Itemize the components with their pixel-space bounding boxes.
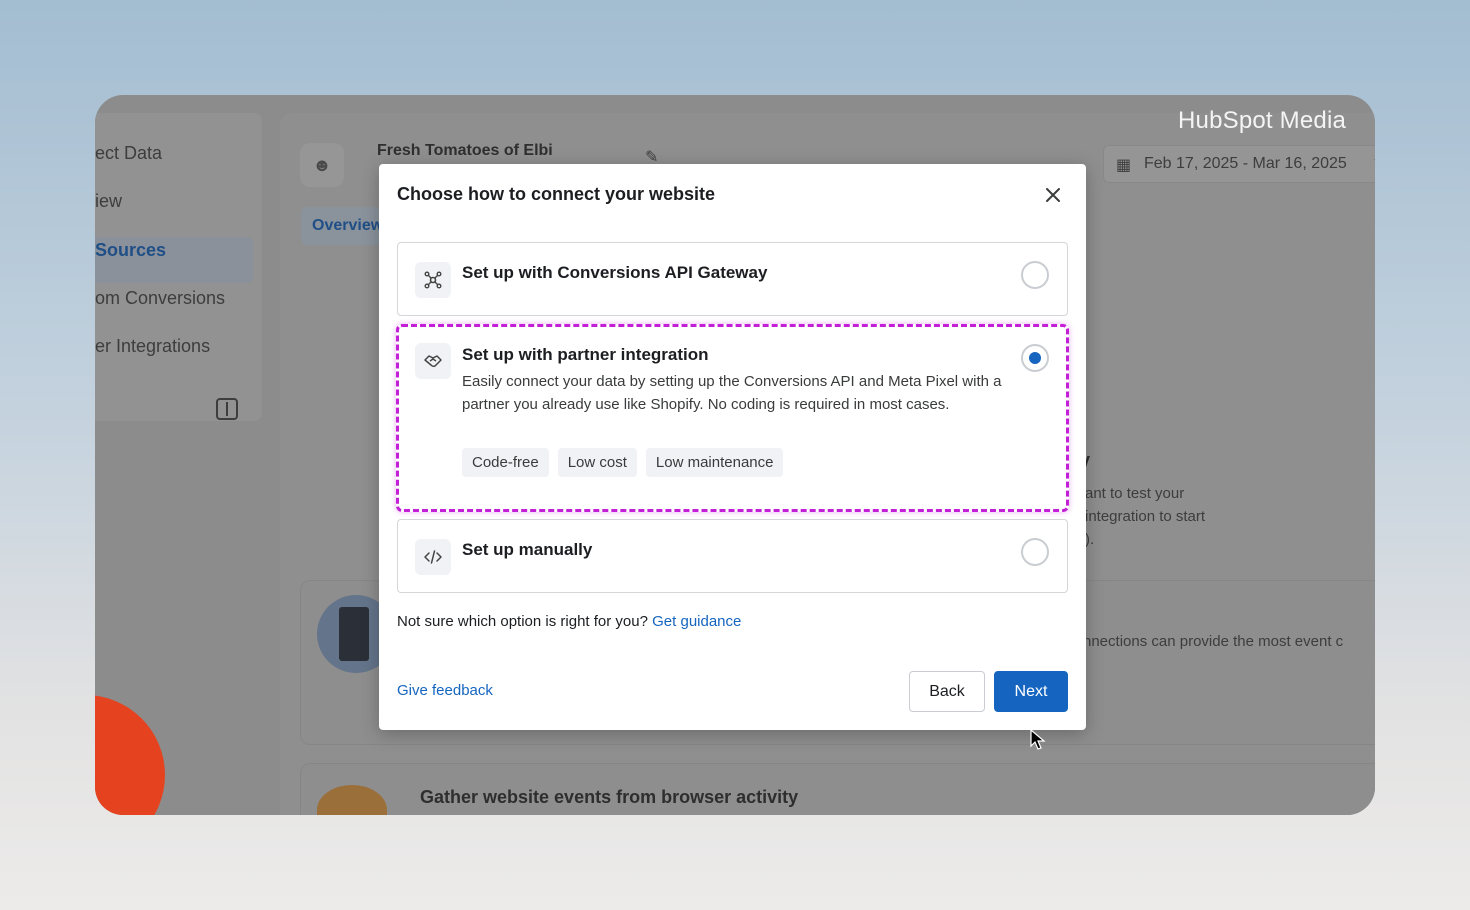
decorative-blob <box>95 695 165 815</box>
tag-low-maintenance: Low maintenance <box>645 448 784 477</box>
sidebar-item-partner-integrations[interactable]: er Integrations <box>95 336 210 357</box>
option-title: Set up with Conversions API Gateway <box>462 263 768 282</box>
close-icon <box>1046 188 1060 202</box>
get-guidance-link[interactable]: Get guidance <box>652 613 741 630</box>
background-text-line: ant to test your <box>1085 485 1185 502</box>
give-feedback-link[interactable]: Give feedback <box>397 682 493 699</box>
option-tags: Code-free Low cost Low maintenance <box>462 448 784 477</box>
connect-website-dialog: Choose how to connect your website Set u… <box>379 164 1086 730</box>
background-text-line: integration to start <box>1085 508 1206 525</box>
sidebar-collapse-icon[interactable] <box>216 398 238 420</box>
background-text-line: nnections can provide the most event c <box>1083 633 1344 650</box>
guidance-prompt: Not sure which option is right for you? <box>397 613 648 630</box>
tag-code-free: Code-free <box>462 448 549 477</box>
option-description: Easily connect your data by setting up t… <box>462 373 1002 413</box>
close-button[interactable] <box>1039 181 1067 209</box>
option-partner-integration[interactable]: Set up with partner integration Easily c… <box>397 326 1068 510</box>
background-text-line: ). <box>1085 531 1095 548</box>
date-range-picker[interactable]: ▦ Feb 17, 2025 - Mar 16, 2025 ▼ <box>1103 145 1375 183</box>
sidebar-item-connect-data[interactable]: ect Data <box>95 143 162 164</box>
account-avatar-icon[interactable]: ☻ <box>300 143 344 187</box>
mouse-cursor-icon <box>1030 729 1046 750</box>
gateway-icon <box>415 262 451 298</box>
account-name[interactable]: Fresh Tomatoes of Elbi <box>377 142 553 160</box>
section-heading: Gather website events from browser activ… <box>420 787 799 807</box>
sidebar-item-custom-conversions[interactable]: om Conversions <box>95 288 225 309</box>
chevron-down-icon: ▼ <box>1372 155 1375 169</box>
sidebar-item-overview[interactable]: iew <box>95 191 122 212</box>
guidance-text: Not sure which option is right for you? … <box>397 613 741 630</box>
watermark-logo: HubSpot Media <box>1178 107 1347 134</box>
calendar-icon: ▦ <box>1116 157 1132 174</box>
next-button[interactable]: Next <box>994 671 1068 712</box>
sidebar: ect Data iew Sources om Conversions er I… <box>95 113 262 421</box>
option-radio[interactable] <box>1021 261 1049 289</box>
code-icon <box>415 539 451 575</box>
option-radio-selected[interactable] <box>1021 344 1049 372</box>
option-set-up-manually[interactable]: Set up manually <box>397 519 1068 593</box>
dialog-title: Choose how to connect your website <box>397 184 716 204</box>
tag-low-cost: Low cost <box>557 448 637 477</box>
option-conversions-api-gateway[interactable]: Set up with Conversions API Gateway <box>397 242 1068 316</box>
option-title: Set up with partner integration <box>462 345 709 364</box>
option-title: Set up manually <box>462 540 593 559</box>
tab-overview[interactable]: Overview <box>301 207 391 245</box>
sidebar-item-sources[interactable]: Sources <box>95 240 166 261</box>
date-range-label: Feb 17, 2025 - Mar 16, 2025 <box>1144 155 1347 172</box>
back-button[interactable]: Back <box>909 671 985 712</box>
option-radio[interactable] <box>1021 538 1049 566</box>
handshake-icon <box>415 343 451 379</box>
